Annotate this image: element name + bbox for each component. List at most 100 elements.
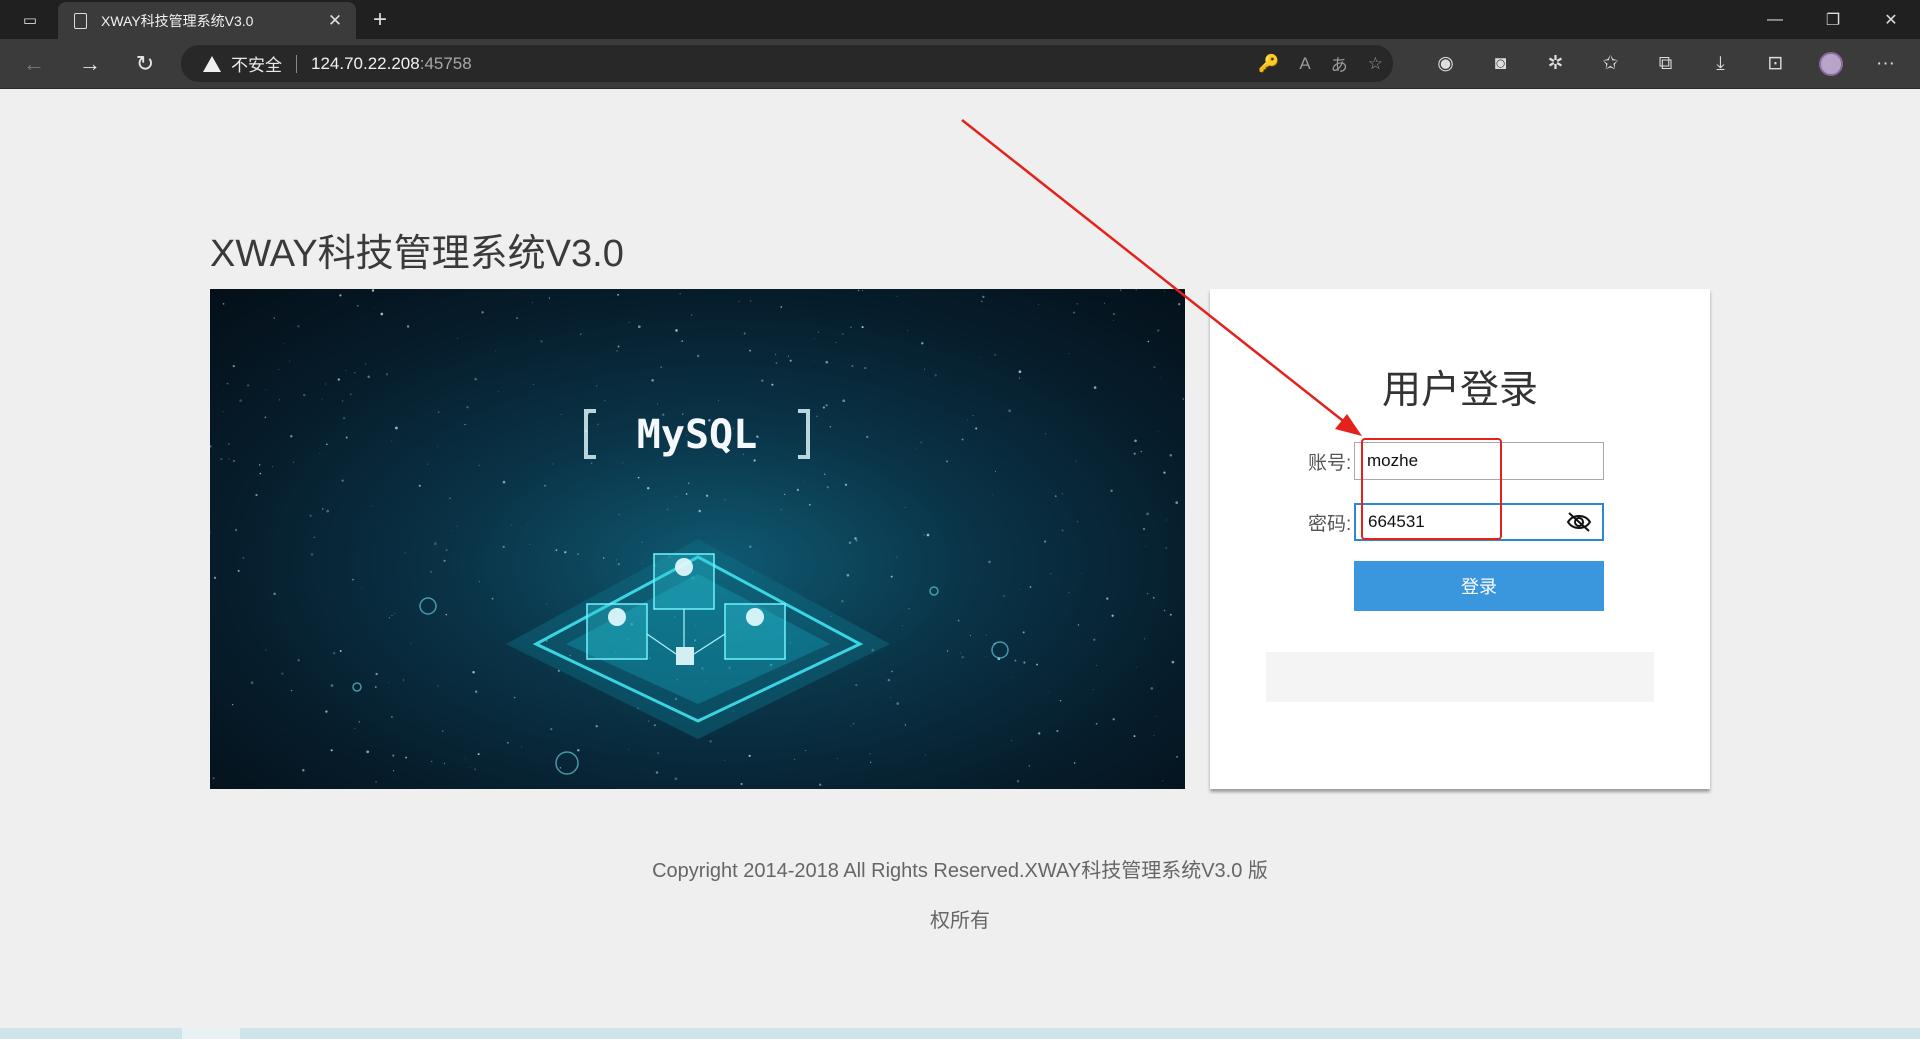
hide-password-eye-icon[interactable]: [1565, 510, 1593, 534]
reload-button[interactable]: ↻: [127, 48, 163, 80]
page-favicon-icon: [74, 12, 87, 29]
star: [345, 370, 347, 372]
star: [234, 528, 238, 532]
star: [1076, 303, 1078, 305]
star: [975, 427, 978, 430]
star: [506, 741, 509, 744]
star: [371, 289, 375, 292]
star: [1163, 471, 1166, 474]
star: [980, 356, 982, 358]
star: [890, 575, 893, 578]
star: [226, 382, 229, 385]
tab-actions-icon[interactable]: ▭: [14, 8, 46, 32]
star: [985, 634, 987, 636]
star: [1011, 739, 1013, 741]
translate-icon[interactable]: あ: [1331, 51, 1348, 76]
star: [464, 424, 466, 426]
star: [816, 415, 818, 418]
star: [902, 625, 904, 627]
star: [513, 696, 516, 699]
warning-icon[interactable]: [203, 55, 221, 72]
star: [375, 781, 377, 783]
read-aloud-icon[interactable]: A: [1299, 54, 1310, 74]
star: [896, 556, 898, 558]
tab-close-icon[interactable]: ✕: [322, 8, 348, 34]
profile-avatar[interactable]: [1803, 39, 1858, 88]
star: [297, 659, 300, 662]
download-icon[interactable]: ⤓: [1693, 39, 1748, 88]
star: [273, 592, 276, 596]
star: [1166, 519, 1167, 521]
star: [1146, 592, 1149, 595]
star: [1133, 735, 1136, 738]
star: [1119, 289, 1122, 291]
star: [283, 343, 285, 345]
star: [237, 569, 240, 572]
star: [780, 509, 782, 510]
star: [326, 509, 330, 513]
star: [618, 513, 621, 516]
extension-face-icon[interactable]: ◉: [1418, 39, 1473, 88]
star: [441, 730, 444, 732]
star: [1056, 729, 1059, 733]
star: [391, 716, 393, 718]
banner-artwork: MySQL: [210, 289, 1185, 789]
star: [1022, 631, 1025, 634]
star: [855, 539, 858, 542]
star: [724, 760, 726, 761]
star: [961, 438, 964, 441]
star: [959, 652, 962, 654]
star: [474, 377, 477, 381]
login-button[interactable]: 登录: [1354, 561, 1604, 611]
screenshot-icon[interactable]: ⊡: [1748, 39, 1803, 88]
star: [222, 303, 225, 305]
star: [437, 411, 440, 413]
star: [310, 553, 314, 556]
more-menu-icon[interactable]: ···: [1858, 39, 1913, 88]
url-input[interactable]: 不安全 124.70.22.208:45758 🔑 A あ ☆: [181, 45, 1393, 82]
new-tab-button[interactable]: +: [366, 6, 394, 34]
minimize-button[interactable]: —: [1746, 0, 1804, 39]
star: [794, 758, 796, 760]
browser-tab[interactable]: XWAY科技管理系统V3.0 ✕: [58, 2, 356, 39]
star: [341, 400, 344, 402]
star: [992, 494, 993, 496]
star: [349, 393, 352, 396]
forward-button[interactable]: →: [72, 48, 108, 80]
star: [313, 536, 316, 538]
star: [443, 762, 446, 764]
url-port: :45758: [419, 53, 472, 73]
star: [358, 721, 361, 723]
star: [303, 393, 306, 397]
star: [934, 374, 937, 377]
star: [957, 619, 960, 622]
star: [1164, 291, 1165, 293]
star: [546, 603, 547, 605]
star: [466, 644, 467, 645]
tab-title: XWAY科技管理系统V3.0: [101, 12, 254, 29]
star: [1171, 660, 1175, 664]
star: [1169, 613, 1172, 616]
star: [1003, 595, 1005, 597]
url-host: 124.70.22.208: [311, 53, 420, 73]
star: [437, 685, 439, 687]
back-button[interactable]: ←: [16, 48, 52, 80]
extension-glasses-icon[interactable]: ◙: [1473, 39, 1528, 88]
add-favorite-icon[interactable]: ☆: [1368, 54, 1383, 74]
insecure-label[interactable]: 不安全: [231, 51, 282, 76]
restore-button[interactable]: ❐: [1804, 0, 1862, 39]
favorites-icon[interactable]: ✩: [1583, 39, 1638, 88]
star: [967, 419, 969, 421]
star: [391, 615, 393, 617]
star: [1059, 699, 1062, 702]
extensions-puzzle-icon[interactable]: ✲: [1528, 39, 1583, 88]
star: [472, 671, 475, 674]
password-key-icon[interactable]: 🔑: [1258, 54, 1279, 74]
collections-icon[interactable]: ⧉: [1638, 39, 1693, 88]
star: [855, 683, 858, 687]
star: [330, 684, 334, 687]
page-title: XWAY科技管理系统V3.0: [210, 233, 624, 275]
star: [775, 362, 778, 364]
close-window-button[interactable]: ✕: [1862, 0, 1920, 39]
star: [577, 553, 580, 556]
